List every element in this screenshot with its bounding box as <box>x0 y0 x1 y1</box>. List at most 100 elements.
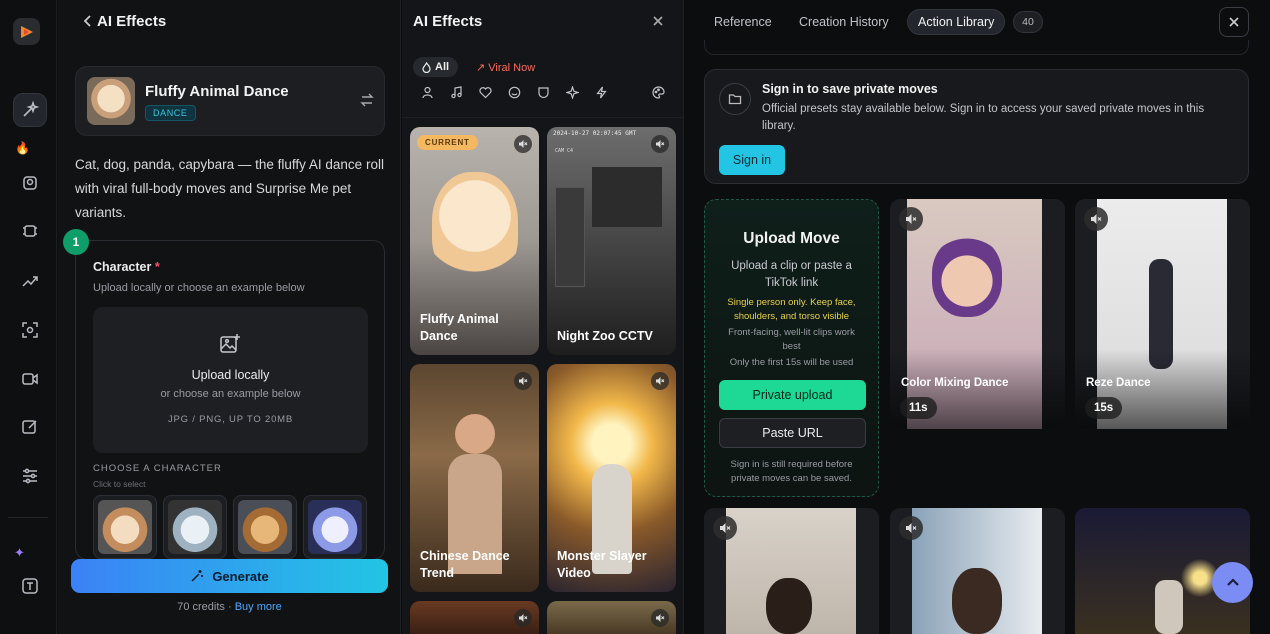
frame-nav-icon[interactable] <box>13 214 47 248</box>
credits-separator: · <box>227 601 232 613</box>
character-section: Character * Upload locally or choose an … <box>75 240 385 560</box>
upload-dropzone[interactable]: Upload locally or choose an example belo… <box>93 307 368 453</box>
effect-description: Cat, dog, panda, capybara — the fluffy A… <box>75 157 384 220</box>
required-mark: * <box>154 260 160 274</box>
library-count-badge: 40 <box>1013 11 1043 33</box>
tile-label: Fluffy Animal Dance <box>420 312 499 343</box>
effect-tile-partial[interactable] <box>410 601 539 634</box>
action-video-partial[interactable] <box>704 508 879 634</box>
effect-tile-chinese-dance-trend[interactable]: Chinese Dance Trend <box>410 364 539 592</box>
action-video-reze-dance[interactable]: Reze Dance 15s <box>1075 199 1250 429</box>
tab-action-library[interactable]: Action Library <box>907 9 1006 35</box>
magic-wand-icon <box>190 569 204 583</box>
sign-in-button[interactable]: Sign in <box>719 145 785 175</box>
app-logo[interactable] <box>13 18 40 45</box>
tab-creation-history[interactable]: Creation History <box>789 9 899 35</box>
trend-nav-icon[interactable] <box>13 264 47 298</box>
generate-button[interactable]: Generate <box>71 559 388 593</box>
sparkle-icon: ✦ <box>14 545 25 560</box>
effect-tag: DANCE <box>145 105 196 121</box>
buy-more-link[interactable]: Buy more <box>235 601 282 613</box>
sign-in-body: Official presets stay available below. S… <box>762 103 1205 132</box>
category-palette-icon[interactable] <box>652 86 665 99</box>
chevron-up-icon <box>1225 575 1241 591</box>
category-music-icon[interactable] <box>450 86 463 99</box>
upload-move-title: Upload Move <box>743 230 840 247</box>
character-subtitle: Upload locally or choose an example belo… <box>93 282 305 294</box>
filter-viral-now[interactable]: ↗ Viral Now <box>476 61 535 74</box>
mute-icon[interactable] <box>514 609 532 627</box>
mute-icon[interactable] <box>899 207 923 231</box>
category-sparkle-icon[interactable] <box>566 86 579 99</box>
credits-count: 70 credits <box>177 601 225 613</box>
choose-character-hint: Click to select <box>93 479 146 489</box>
filter-all-label: All <box>435 61 450 73</box>
effects-browser-title: AI Effects <box>413 13 483 30</box>
page-title: AI Effects <box>97 13 167 30</box>
cctv-door <box>555 187 585 287</box>
fire-icon: 🔥 <box>15 141 30 155</box>
tile-label: Monster Slayer Video <box>557 549 647 580</box>
effect-tile-fluffy-animal-dance[interactable]: CURRENT Fluffy Animal Dance <box>410 127 539 355</box>
tab-reference[interactable]: Reference <box>704 9 782 35</box>
close-panel-button[interactable] <box>1219 7 1249 37</box>
ai-effects-nav-icon[interactable] <box>13 93 47 127</box>
close-icon[interactable] <box>651 14 665 28</box>
effect-tile-night-zoo-cctv[interactable]: 2024-10-27 02:07:45 GMT CAM C4 Night Zoo… <box>547 127 676 355</box>
scrolled-card-edge <box>704 40 1249 55</box>
credits-info: 70 credits · Buy more <box>71 601 388 613</box>
dancer-head <box>455 414 495 454</box>
upload-move-subtitle: Upload a clip or paste a TikTok link <box>731 260 852 289</box>
app-rail: 🔥 ✦ <box>0 0 57 634</box>
upload-move-tip-2: Only the first 15s will be used <box>729 357 854 368</box>
video-duration: 11s <box>900 397 937 419</box>
mute-icon[interactable] <box>899 516 923 540</box>
step-number-badge: 1 <box>63 229 89 255</box>
mute-icon[interactable] <box>514 372 532 390</box>
character-option-seal[interactable] <box>163 495 227 559</box>
filter-divider <box>402 117 684 118</box>
character-label: Character * <box>93 260 160 274</box>
upload-subtitle: or choose an example below <box>160 388 301 400</box>
video-label: Color Mixing Dance <box>901 377 1009 389</box>
upload-move-warning: Single person only. Keep face, shoulders… <box>727 297 856 322</box>
scroll-to-top-button[interactable] <box>1212 562 1253 603</box>
mute-icon[interactable] <box>651 609 669 627</box>
category-lightning-icon[interactable] <box>595 86 608 99</box>
effect-thumbnail <box>87 77 135 125</box>
text-tool-nav-icon[interactable] <box>13 569 47 603</box>
category-character-icon[interactable] <box>421 86 434 99</box>
swap-icon[interactable] <box>360 93 374 107</box>
paste-url-button[interactable]: Paste URL <box>719 418 866 448</box>
category-smile-icon[interactable] <box>508 86 521 99</box>
face-scan-nav-icon[interactable] <box>13 313 47 347</box>
hamster-figure <box>432 172 518 282</box>
mute-icon[interactable] <box>1084 207 1108 231</box>
mute-icon[interactable] <box>651 372 669 390</box>
selected-effect-card[interactable]: Fluffy Animal Dance DANCE <box>75 66 385 136</box>
effect-tile-partial[interactable] <box>547 601 676 634</box>
mute-icon[interactable] <box>514 135 532 153</box>
category-mask-icon[interactable] <box>537 86 550 99</box>
filter-all-pill[interactable]: All <box>413 57 459 77</box>
character-option-hamster[interactable] <box>93 495 157 559</box>
back-arrow-icon[interactable] <box>80 13 96 29</box>
upload-formats: JPG / PNG, UP TO 20MB <box>167 414 294 425</box>
mute-icon[interactable] <box>651 135 669 153</box>
video-nav-icon[interactable] <box>13 362 47 396</box>
video-duration: 15s <box>1085 397 1123 419</box>
mute-icon[interactable] <box>713 516 737 540</box>
private-upload-button[interactable]: Private upload <box>719 380 866 410</box>
effect-name: Fluffy Animal Dance <box>145 83 289 100</box>
close-icon <box>1228 16 1240 28</box>
generate-label: Generate <box>212 568 269 584</box>
character-nav-icon[interactable] <box>13 166 47 200</box>
character-option-cat[interactable] <box>233 495 297 559</box>
effect-tile-monster-slayer-video[interactable]: Monster Slayer Video <box>547 364 676 592</box>
category-heart-icon[interactable] <box>479 86 492 99</box>
action-video-color-mixing-dance[interactable]: Color Mixing Dance 11s <box>890 199 1065 429</box>
settings-sliders-nav-icon[interactable] <box>13 459 47 493</box>
action-video-partial[interactable] <box>890 508 1065 634</box>
character-option-bunny[interactable] <box>303 495 367 559</box>
edit-nav-icon[interactable] <box>13 410 47 444</box>
